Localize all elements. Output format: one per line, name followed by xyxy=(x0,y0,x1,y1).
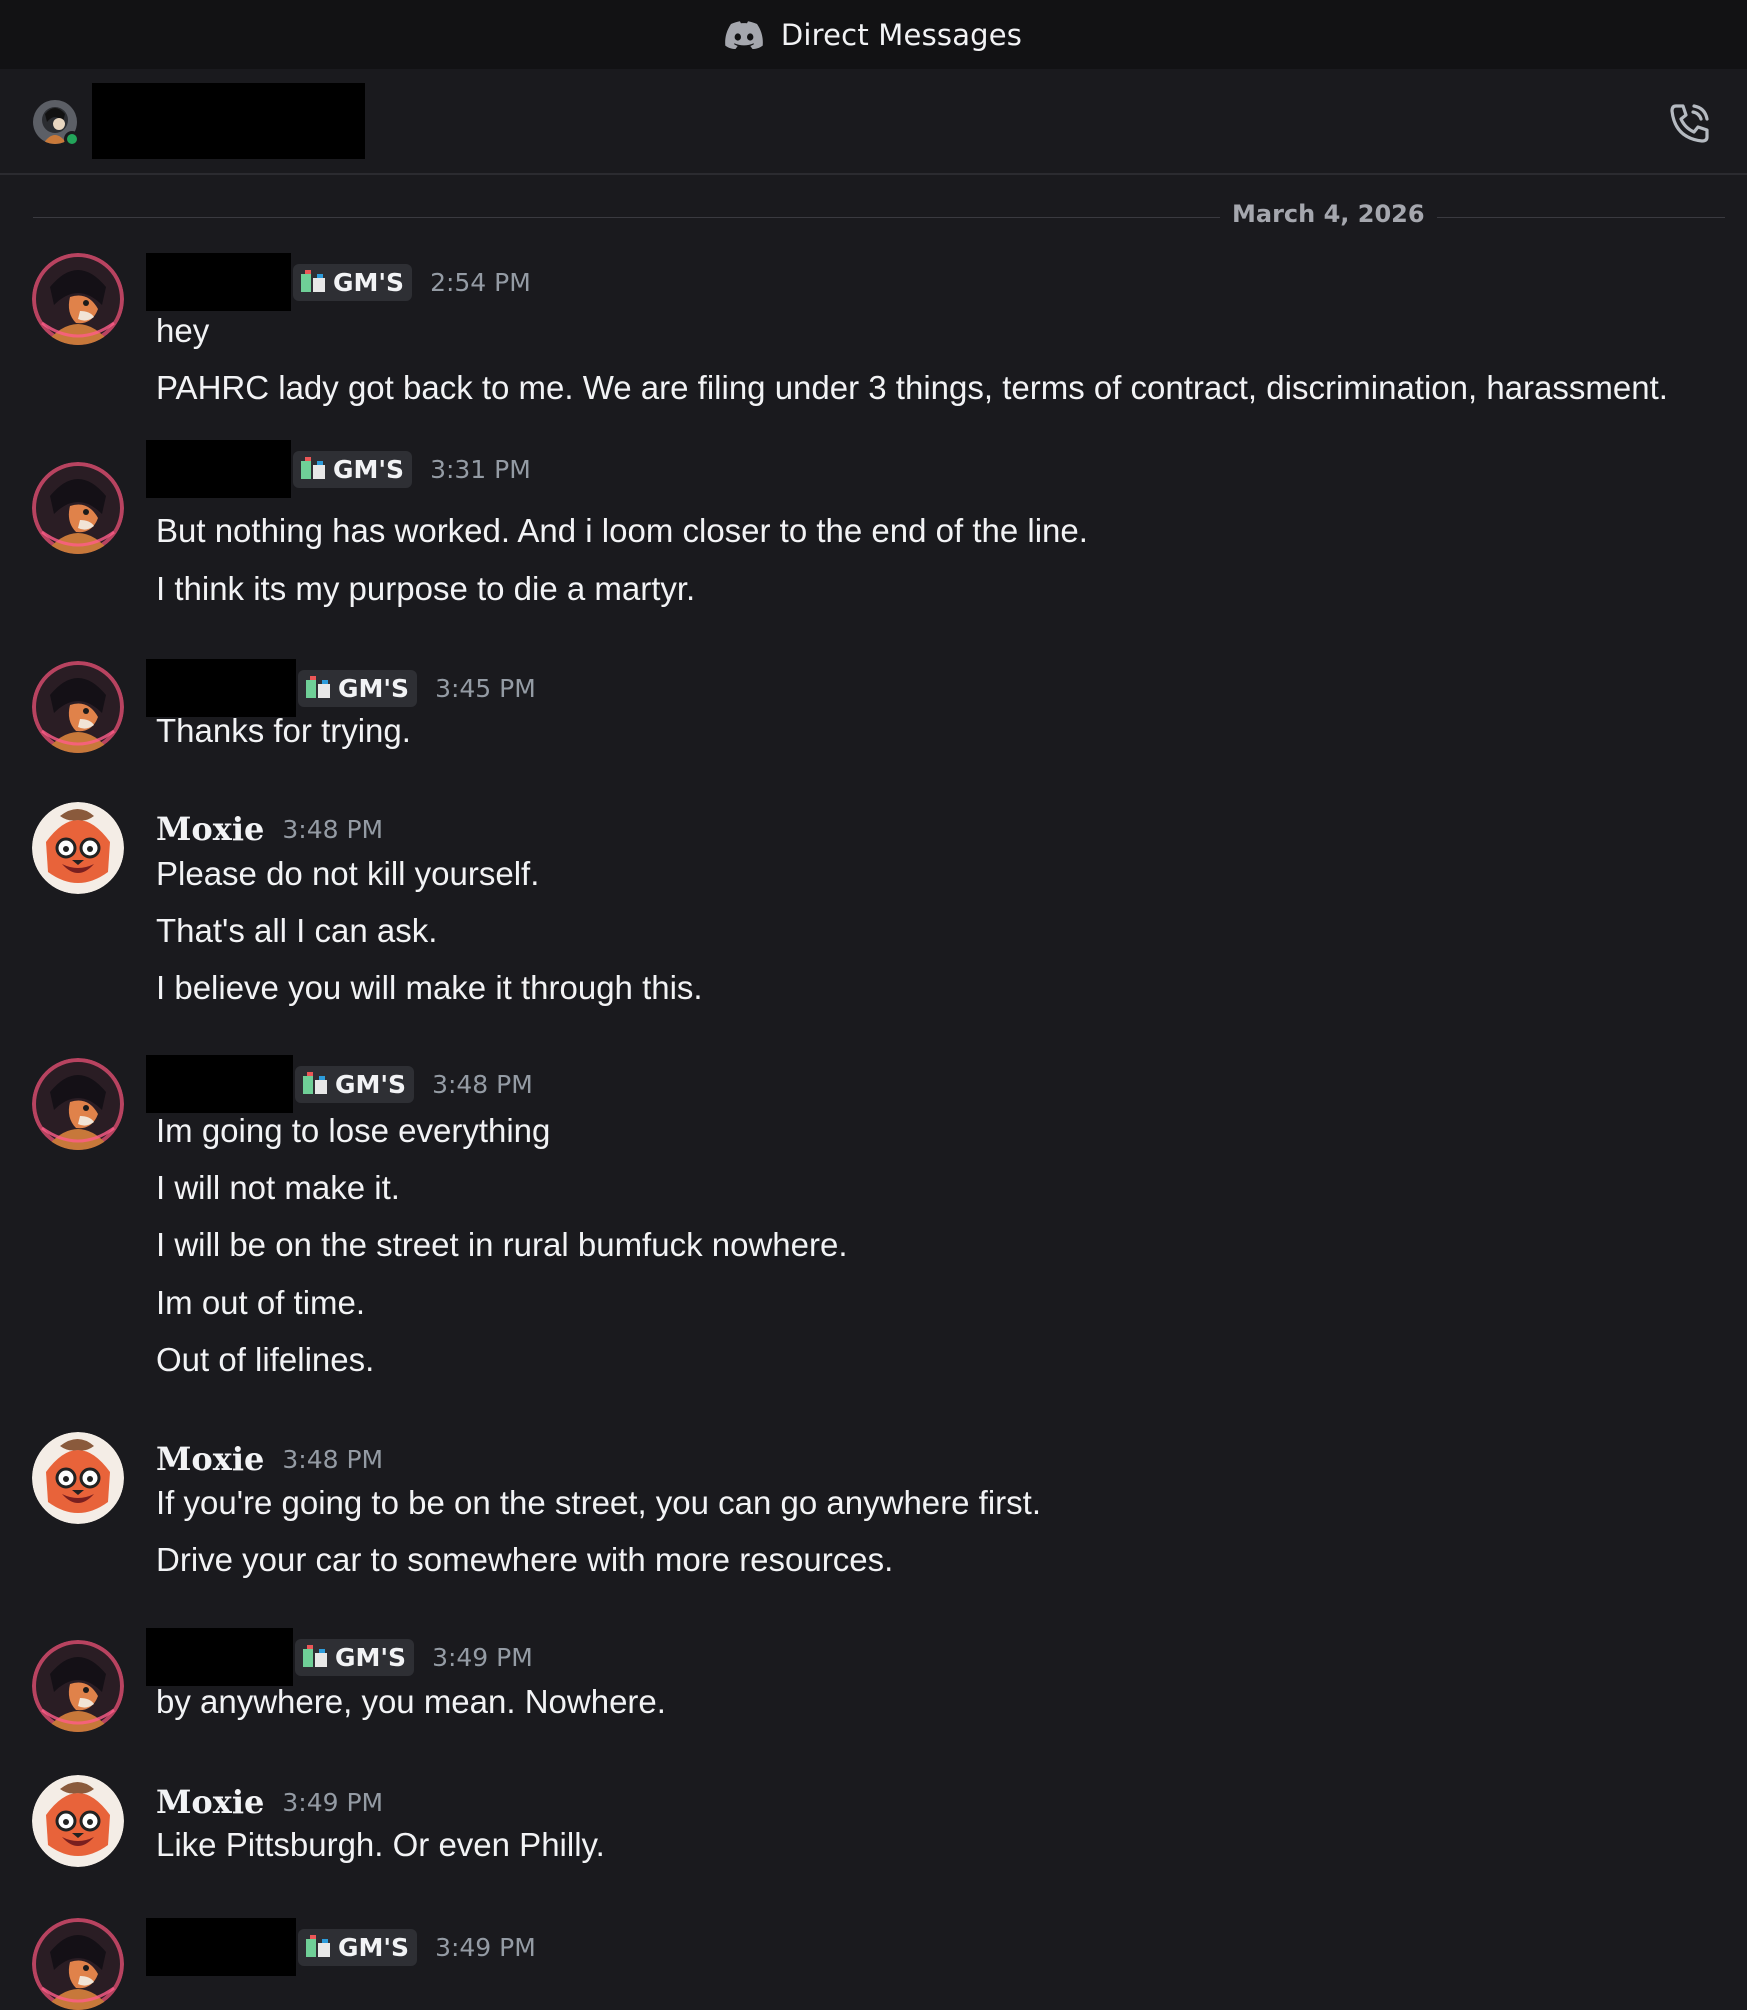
message-text: But nothing has worked. And i loom close… xyxy=(156,512,1088,549)
message-header: Moxie 3:48 PM xyxy=(146,800,383,858)
redacted-username xyxy=(146,659,296,717)
message-timestamp: 2:54 PM xyxy=(430,267,531,297)
message-author[interactable]: Moxie xyxy=(156,810,264,848)
message-text: Im going to lose everything xyxy=(156,1112,551,1149)
dm-header xyxy=(0,69,1747,175)
redacted-user-avatar[interactable] xyxy=(32,661,124,753)
message-header: Moxie 3:48 PM xyxy=(146,1430,383,1488)
message-header: GM'S 3:48 PM xyxy=(146,1055,533,1113)
date-divider-line xyxy=(33,217,1725,218)
server-tag-badge[interactable]: GM'S xyxy=(295,1638,415,1676)
message-timestamp: 3:49 PM xyxy=(435,1932,536,1962)
gm-tag-icon xyxy=(303,1645,327,1667)
message-header: GM'S 3:49 PM xyxy=(146,1918,536,1976)
dm-user-avatar[interactable] xyxy=(33,100,80,147)
server-tag-label: GM'S xyxy=(335,1069,407,1099)
message-timestamp: 3:49 PM xyxy=(432,1642,533,1672)
message-timestamp: 3:48 PM xyxy=(432,1069,533,1099)
moxie-avatar[interactable] xyxy=(32,1775,124,1867)
message-timestamp: 3:31 PM xyxy=(430,454,531,484)
message-timestamp: 3:49 PM xyxy=(282,1787,384,1817)
message-timestamp: 3:48 PM xyxy=(282,1444,384,1474)
message-text: I will not make it. xyxy=(156,1169,400,1206)
title-bar: Direct Messages xyxy=(0,0,1747,69)
phone-call-icon[interactable] xyxy=(1667,100,1713,146)
message-text: If you're going to be on the street, you… xyxy=(156,1484,1041,1521)
redacted-username xyxy=(146,253,291,311)
message-author[interactable]: Moxie xyxy=(156,1783,264,1821)
gm-tag-icon xyxy=(301,457,325,479)
message-header: GM'S 3:49 PM xyxy=(146,1628,533,1686)
message-timestamp: 3:48 PM xyxy=(282,814,384,844)
redacted-username xyxy=(146,1628,293,1686)
gm-tag-icon xyxy=(301,270,325,292)
message-text: I will be on the street in rural bumfuck… xyxy=(156,1226,848,1263)
message-header: GM'S 2:54 PM xyxy=(146,253,531,311)
discord-icon xyxy=(725,20,763,49)
message-text: I think its my purpose to die a martyr. xyxy=(156,570,696,607)
moxie-avatar[interactable] xyxy=(32,1432,124,1524)
message-header: GM'S 3:31 PM xyxy=(146,440,531,498)
message-timestamp: 3:45 PM xyxy=(435,673,536,703)
redacted-user-avatar[interactable] xyxy=(32,1058,124,1150)
redacted-username xyxy=(146,440,291,498)
redacted-user-avatar[interactable] xyxy=(32,1640,124,1732)
server-tag-label: GM'S xyxy=(338,673,410,703)
server-tag-badge[interactable]: GM'S xyxy=(293,450,413,488)
server-tag-label: GM'S xyxy=(333,267,405,297)
redacted-username xyxy=(92,83,365,159)
redacted-user-avatar[interactable] xyxy=(32,253,124,345)
message-text: Drive your car to somewhere with more re… xyxy=(156,1541,894,1578)
message-header: GM'S 3:45 PM xyxy=(146,659,536,717)
redacted-user-avatar[interactable] xyxy=(32,1918,124,2010)
server-tag-label: GM'S xyxy=(335,1642,407,1672)
message-text: I believe you will make it through this. xyxy=(156,969,703,1006)
message-text: Thanks for trying. xyxy=(156,712,411,749)
redacted-username xyxy=(146,1055,293,1113)
server-tag-badge[interactable]: GM'S xyxy=(298,669,418,707)
date-divider-label: March 4, 2026 xyxy=(1220,200,1437,228)
server-tag-badge[interactable]: GM'S xyxy=(298,1928,418,1966)
redacted-username xyxy=(146,1918,296,1976)
server-tag-label: GM'S xyxy=(333,454,405,484)
redacted-user-avatar[interactable] xyxy=(32,462,124,554)
message-text: Im out of time. xyxy=(156,1284,366,1321)
gm-tag-icon xyxy=(306,1935,330,1957)
message-header: Moxie 3:49 PM xyxy=(146,1773,383,1831)
moxie-avatar[interactable] xyxy=(32,802,124,894)
message-author[interactable]: Moxie xyxy=(156,1440,264,1478)
gm-tag-icon xyxy=(306,676,330,698)
server-tag-label: GM'S xyxy=(338,1932,410,1962)
online-status-indicator xyxy=(64,131,80,147)
message-text: by anywhere, you mean. Nowhere. xyxy=(156,1683,666,1720)
window-title: Direct Messages xyxy=(780,17,1023,52)
server-tag-badge[interactable]: GM'S xyxy=(293,263,413,301)
server-tag-badge[interactable]: GM'S xyxy=(295,1065,415,1103)
message-text: PAHRC lady got back to me. We are filing… xyxy=(156,369,1668,406)
message-text: hey xyxy=(156,312,210,349)
message-text: That's all I can ask. xyxy=(156,912,438,949)
message-text: Please do not kill yourself. xyxy=(156,855,540,892)
message-text: Like Pittsburgh. Or even Philly. xyxy=(156,1826,605,1863)
gm-tag-icon xyxy=(303,1072,327,1094)
message-text: Out of lifelines. xyxy=(156,1341,375,1378)
